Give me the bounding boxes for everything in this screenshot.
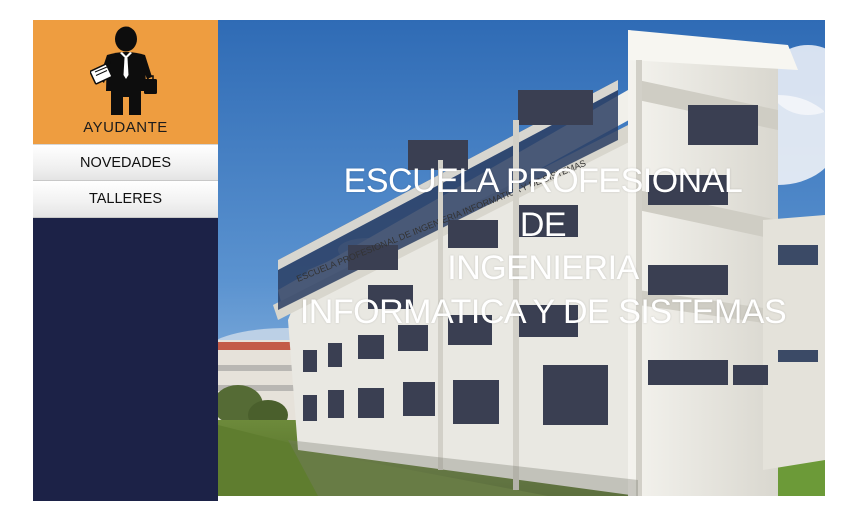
role-label: AYUDANTE bbox=[83, 119, 168, 136]
hero-banner: ESCUELA PROFESIONAL DE INGENIERIA INFORM… bbox=[218, 20, 825, 496]
hero-title: ESCUELA PROFESIONAL DE INGENIERIA INFORM… bbox=[258, 160, 825, 334]
role-card: AYUDANTE bbox=[33, 20, 218, 144]
nav-item-talleres[interactable]: TALLERES bbox=[33, 181, 218, 218]
page: AYUDANTE NOVEDADES TALLERES ESCUELA PROF… bbox=[0, 0, 847, 530]
sidebar: AYUDANTE NOVEDADES TALLERES bbox=[33, 20, 218, 501]
hero-title-line: DE bbox=[519, 205, 567, 244]
nav-item-novedades[interactable]: NOVEDADES bbox=[33, 144, 218, 181]
hero-title-line: INGENIERIA bbox=[447, 249, 639, 287]
hero-title-line: ESCUELA PROFESIONAL bbox=[343, 162, 743, 200]
hero-title-line: INFORMATICA Y DE SISTEMAS bbox=[299, 292, 787, 331]
businessman-with-clipboard-icon bbox=[90, 26, 157, 115]
